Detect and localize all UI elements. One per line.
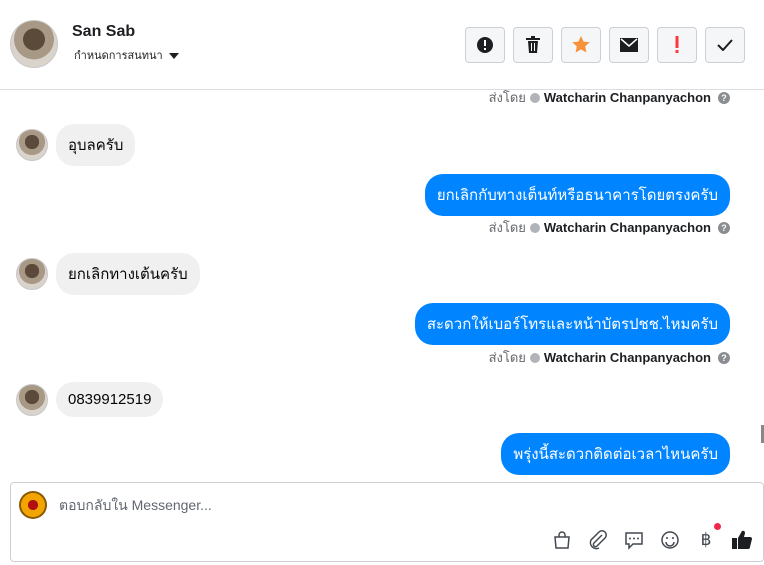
incoming-message[interactable]: อุบลครับ bbox=[56, 124, 136, 166]
composer-tools: ฿ bbox=[551, 523, 753, 551]
sent-by-author[interactable]: Watcharin Chanpanyachon bbox=[544, 90, 711, 105]
star-icon bbox=[572, 36, 590, 53]
verified-icon bbox=[529, 92, 540, 103]
sent-by-label: ส่งโดย Watcharin Chanpanyachon ? bbox=[489, 347, 730, 368]
reply-composer: ฿ bbox=[10, 482, 764, 562]
sent-by-author[interactable]: Watcharin Chanpanyachon bbox=[544, 220, 711, 235]
shop-button[interactable] bbox=[551, 529, 573, 551]
emoji-button[interactable] bbox=[659, 529, 681, 551]
spam-button[interactable] bbox=[657, 27, 697, 63]
notification-dot bbox=[714, 523, 721, 530]
trash-icon bbox=[526, 36, 540, 53]
sent-by-label: ส่งโดย Watcharin Chanpanyachon ? bbox=[489, 90, 730, 108]
avatar bbox=[16, 383, 48, 416]
message-thread[interactable]: ส่งโดย Watcharin Chanpanyachon ? อุบลครั… bbox=[0, 90, 764, 480]
sent-by-prefix: ส่งโดย bbox=[488, 220, 526, 235]
chat-bubble-icon bbox=[625, 532, 643, 550]
saved-replies-button[interactable] bbox=[623, 529, 645, 551]
incoming-message-row: อุบลครับ bbox=[16, 124, 136, 166]
reply-input[interactable] bbox=[59, 497, 659, 513]
mark-unread-button[interactable] bbox=[609, 27, 649, 63]
star-button[interactable] bbox=[561, 27, 601, 63]
outgoing-message[interactable]: ยกเลิกกับทางเต็นท์หรือธนาคารโดยตรงครับ bbox=[424, 174, 730, 216]
check-icon bbox=[717, 39, 733, 51]
help-icon[interactable]: ? bbox=[718, 351, 730, 364]
payment-button[interactable]: ฿ bbox=[695, 523, 721, 551]
alert-icon bbox=[477, 37, 493, 53]
verified-icon bbox=[529, 352, 540, 363]
exclamation-icon bbox=[675, 36, 679, 53]
mark-done-button[interactable] bbox=[705, 27, 745, 63]
page-avatar bbox=[19, 491, 47, 519]
avatar bbox=[16, 129, 48, 161]
like-button[interactable] bbox=[731, 529, 753, 551]
mail-icon bbox=[620, 38, 638, 52]
shopping-bag-icon bbox=[554, 531, 570, 549]
thumbs-up-icon bbox=[732, 530, 752, 549]
avatar bbox=[16, 258, 48, 290]
help-icon[interactable]: ? bbox=[718, 91, 730, 104]
sent-by-prefix: ส่งโดย bbox=[488, 90, 526, 105]
sent-by-label: ส่งโดย Watcharin Chanpanyachon ? bbox=[489, 217, 730, 238]
paperclip-icon bbox=[589, 530, 607, 550]
verified-icon bbox=[529, 222, 540, 233]
incoming-message[interactable]: ยกเลิกทางเต้นครับ bbox=[56, 253, 200, 295]
caret-down-icon bbox=[168, 53, 179, 59]
incoming-message-row: ยกเลิกทางเต้นครับ bbox=[16, 253, 200, 295]
smiley-icon bbox=[661, 531, 679, 549]
help-icon[interactable]: ? bbox=[718, 221, 730, 234]
outgoing-message[interactable]: สะดวกให้เบอร์โทรและหน้าบัตรปชช.ไหมครับ bbox=[414, 303, 730, 345]
alert-button[interactable] bbox=[465, 27, 505, 63]
avatar[interactable] bbox=[10, 20, 58, 68]
baht-icon: ฿ bbox=[700, 530, 712, 550]
contact-name[interactable]: San Sab bbox=[72, 23, 135, 41]
delete-button[interactable] bbox=[513, 27, 553, 63]
sent-by-prefix: ส่งโดย bbox=[488, 350, 526, 365]
assign-conversation-label: กำหนดการสนทนา bbox=[74, 50, 163, 62]
sent-by-author[interactable]: Watcharin Chanpanyachon bbox=[544, 350, 711, 365]
header-actions bbox=[465, 27, 745, 63]
outgoing-message[interactable]: พรุ่งนี้สะดวกติดต่อเวลาไหนครับ bbox=[501, 433, 730, 475]
assign-conversation-dropdown[interactable]: กำหนดการสนทนา bbox=[74, 46, 179, 64]
conversation-header: San Sab กำหนดการสนทนา bbox=[0, 0, 764, 90]
incoming-message[interactable]: 0839912519 bbox=[56, 382, 164, 417]
incoming-message-row: 0839912519 bbox=[16, 382, 164, 417]
attach-button[interactable] bbox=[587, 529, 609, 551]
